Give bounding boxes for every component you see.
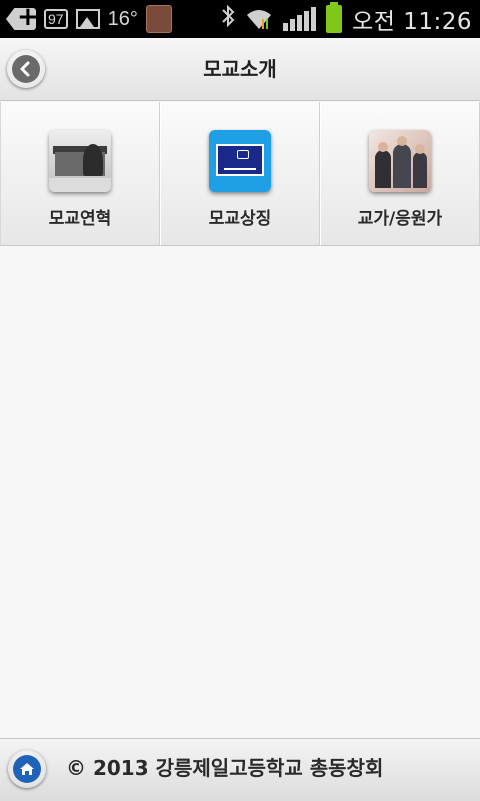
menu-label: 모교상징 <box>208 209 272 229</box>
temperature-text: 16° <box>107 7 138 30</box>
page-title: 모교소개 <box>203 57 277 81</box>
signal-icon <box>283 7 317 31</box>
status-bar-left: 97 16° <box>6 0 172 38</box>
plus-icon <box>6 8 36 30</box>
footer-bar: © 2013 강릉제일고등학교 총동창회 <box>0 738 480 801</box>
home-icon <box>13 755 41 783</box>
clock: 오전 11:26 <box>352 9 472 35</box>
intro-menu: 모교연혁 모교상징 교가/응원가 <box>0 102 480 246</box>
menu-label: 모교연혁 <box>48 209 112 229</box>
school-building-photo <box>49 130 111 192</box>
menu-item-history[interactable]: 모교연혁 <box>0 102 160 246</box>
menu-item-song[interactable]: 교가/응원가 <box>320 102 480 246</box>
picture-icon <box>75 9 100 29</box>
menu-label: 교가/응원가 <box>357 209 443 229</box>
students-singing-photo <box>369 130 431 192</box>
home-button[interactable] <box>8 750 46 788</box>
status-bar-right: 오전 11:26 <box>221 0 472 38</box>
school-flag-image <box>209 130 271 192</box>
app-icon <box>145 5 172 33</box>
wifi-icon <box>245 7 273 31</box>
battery-icon <box>326 2 343 33</box>
battery-badge-icon: 97 <box>44 9 68 29</box>
header-bar: 모교소개 <box>0 38 480 101</box>
bluetooth-icon <box>221 4 235 34</box>
menu-item-symbol[interactable]: 모교상징 <box>160 102 320 246</box>
status-bar: 97 16° 오전 11:26 <box>0 0 480 38</box>
copyright-text: © 2013 강릉제일고등학교 총동창회 <box>66 756 384 780</box>
